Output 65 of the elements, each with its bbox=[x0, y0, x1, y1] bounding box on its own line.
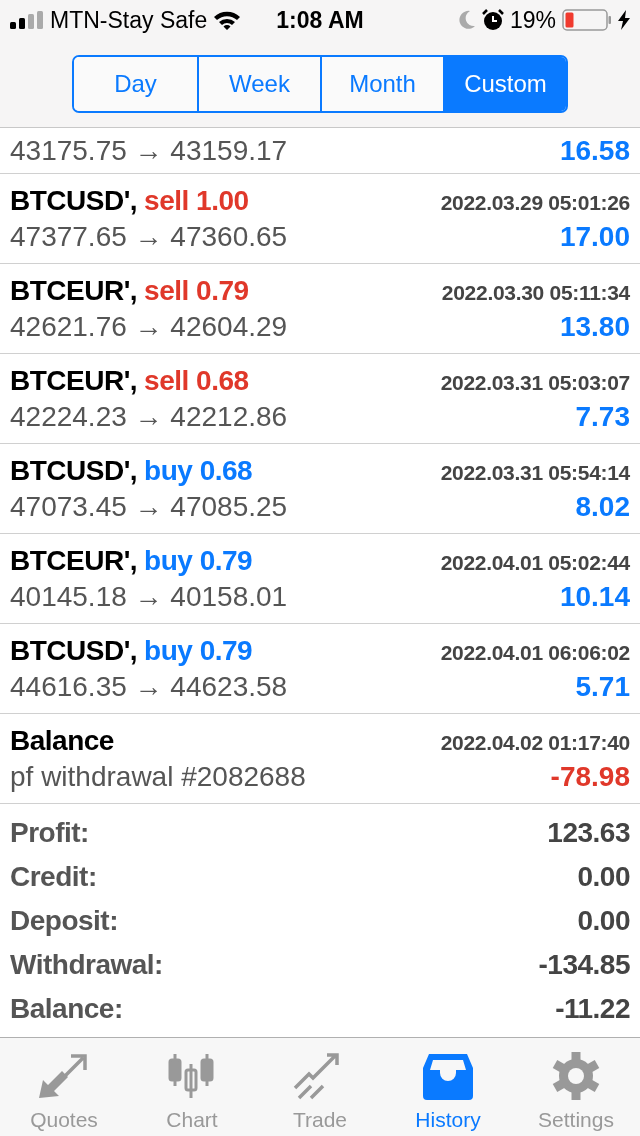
deal-time: 2022.04.01 05:02:44 bbox=[440, 550, 630, 575]
charging-icon bbox=[618, 10, 630, 30]
profit-value: 5.71 bbox=[575, 670, 630, 703]
entry-type: Balance bbox=[10, 724, 114, 757]
profit-value: 17.00 bbox=[559, 220, 630, 253]
tab-bar-item[interactable]: Quotes bbox=[0, 1038, 128, 1136]
price-range: 43175.75 → 43159.17 bbox=[10, 135, 288, 167]
price-range: 40145.18 → 40158.01 bbox=[10, 580, 288, 613]
symbol-name: BTCEUR', bbox=[10, 544, 138, 577]
profit-value: 10.14 bbox=[559, 580, 630, 613]
summary-value: 123.63 bbox=[547, 816, 630, 849]
summary-value: -11.22 bbox=[555, 992, 630, 1025]
price-range: 47377.65 → 47360.65 bbox=[10, 220, 288, 253]
deal-time: 2022.03.29 05:01:26 bbox=[440, 190, 630, 215]
summary-label: Withdrawal: bbox=[10, 948, 163, 981]
summary-value: -134.85 bbox=[538, 948, 630, 981]
trade-action: buy 0.68 bbox=[144, 454, 253, 487]
tab-bar-item[interactable]: History bbox=[384, 1038, 512, 1136]
summary-value: 0.00 bbox=[577, 860, 630, 893]
trade-action: buy 0.79 bbox=[144, 634, 253, 667]
trade-action: sell 0.79 bbox=[144, 274, 249, 307]
summary-label: Balance: bbox=[10, 992, 123, 1025]
deal-time: 2022.03.31 05:54:14 bbox=[440, 460, 630, 485]
clock-time: 1:08 AM bbox=[276, 6, 364, 34]
symbol-name: BTCUSD', bbox=[10, 454, 138, 487]
period-tab[interactable]: Week bbox=[197, 56, 320, 111]
trade-action: sell 0.68 bbox=[144, 364, 249, 397]
carrier-name: MTN-Stay Safe bbox=[50, 6, 208, 34]
deal-time: 2022.03.31 05:03:07 bbox=[440, 370, 630, 395]
profit-value: 7.73 bbox=[575, 400, 630, 433]
symbol-name: BTCEUR', bbox=[10, 364, 138, 397]
period-tab[interactable]: Month bbox=[320, 56, 443, 111]
symbol-name: BTCEUR', bbox=[10, 274, 138, 307]
symbol-name: BTCUSD', bbox=[10, 184, 138, 217]
deal-time: 2022.04.01 06:06:02 bbox=[440, 640, 630, 665]
deal-time: 2022.04.02 01:17:40 bbox=[440, 730, 630, 755]
summary-value: 0.00 bbox=[577, 904, 630, 937]
profit-value: 8.02 bbox=[575, 490, 630, 523]
battery-icon bbox=[562, 9, 612, 31]
deal-time: 2022.03.30 05:11:34 bbox=[441, 280, 630, 305]
tab-bar-item[interactable]: Chart bbox=[128, 1038, 256, 1136]
inbox-tray-icon bbox=[421, 1052, 475, 1100]
summary-label: Credit: bbox=[10, 860, 97, 893]
price-range: 47073.45 → 47085.25 bbox=[10, 490, 288, 523]
trade-action: sell 1.00 bbox=[144, 184, 249, 217]
profit-value: 13.80 bbox=[559, 310, 630, 343]
period-tab[interactable]: Day bbox=[74, 56, 197, 111]
trade-action: buy 0.79 bbox=[144, 544, 253, 577]
tab-bar-item[interactable]: Trade bbox=[256, 1038, 384, 1136]
battery-percent: 19% bbox=[509, 6, 556, 34]
price-range: 44616.35 → 44623.58 bbox=[10, 670, 288, 703]
wifi-icon bbox=[213, 10, 242, 30]
tab-bar-item[interactable]: Settings bbox=[512, 1038, 640, 1136]
period-tab[interactable]: Custom bbox=[443, 56, 566, 111]
balance-comment: pf withdrawal #2082688 bbox=[10, 760, 306, 793]
signal-icon bbox=[10, 11, 44, 29]
summary-label: Profit: bbox=[10, 816, 89, 849]
summary-label: Deposit: bbox=[10, 904, 118, 937]
moon-icon bbox=[457, 10, 476, 30]
price-range: 42224.23 → 42212.86 bbox=[10, 400, 288, 433]
symbol-name: BTCUSD', bbox=[10, 634, 138, 667]
alarm-icon bbox=[481, 9, 504, 31]
profit-value: 16.58 bbox=[559, 135, 630, 167]
profit-value: -78.98 bbox=[550, 760, 630, 793]
price-range: 42621.76 → 42604.29 bbox=[10, 310, 288, 343]
